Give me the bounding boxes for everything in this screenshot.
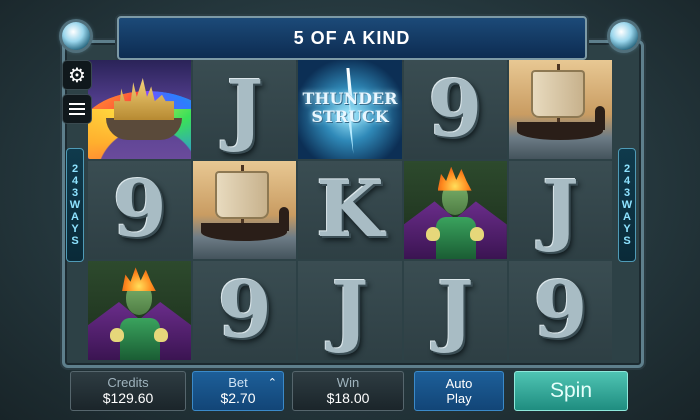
bet-expand-icon: ⌃ [267, 377, 277, 389]
ways-char: Y [623, 223, 631, 235]
reel-symbol-ship [193, 160, 297, 260]
symbol-glyph: 9 [112, 164, 167, 256]
credits-display: Credits $129.60 [70, 371, 186, 411]
bet-button[interactable]: ⌃ Bet $2.70 [192, 371, 284, 411]
ways-char: A [71, 211, 79, 223]
reel-symbol-loki [403, 160, 507, 260]
ways-char: S [71, 235, 79, 247]
ship-symbol-art [508, 60, 612, 159]
left-orb-icon [62, 22, 90, 50]
symbol-glyph: J [436, 265, 474, 357]
reel-symbol-castle [88, 60, 192, 159]
logo-line: THUNDER [302, 89, 398, 108]
bet-value: $2.70 [220, 390, 256, 406]
symbol-glyph: K [316, 164, 384, 256]
reel-symbol-j: J [403, 261, 507, 360]
reel-symbol-9: 9 [193, 261, 297, 360]
ways-char: 2 [71, 163, 79, 175]
reel-symbol-9: 9 [508, 261, 612, 360]
reel-symbol-j: J [193, 60, 297, 159]
ways-badge-right: 2 4 3 W A Y S [618, 148, 636, 262]
ways-char: S [623, 235, 631, 247]
reel-symbol-loki [88, 261, 192, 360]
spin-label: Spin [549, 379, 593, 402]
reel-symbol-j: J [508, 160, 612, 260]
loki-symbol-art [403, 160, 507, 260]
autoplay-label-1: Auto [445, 376, 473, 391]
paytable-button[interactable] [62, 94, 92, 124]
reel-symbol-9: 9 [88, 160, 192, 260]
ways-char: A [623, 211, 631, 223]
castle-symbol-art [88, 60, 192, 159]
credits-value: $129.60 [102, 390, 154, 406]
symbol-glyph: 9 [428, 63, 483, 155]
ways-char: Y [71, 223, 79, 235]
ways-char: W [69, 199, 81, 211]
spin-button[interactable]: Spin [514, 371, 628, 411]
symbol-glyph: 9 [217, 265, 272, 357]
symbol-glyph: J [226, 63, 264, 155]
ship-symbol-art [193, 160, 297, 260]
reel-symbol-thunderstruck: THUNDER STRUCK [298, 60, 402, 159]
ways-char: 3 [71, 187, 79, 199]
ways-char: 4 [71, 175, 79, 187]
symbol-glyph: 9 [533, 265, 588, 357]
symbol-glyph: J [541, 164, 579, 256]
symbol-glyph: J [331, 265, 369, 357]
reel-symbol-k: K [298, 160, 402, 260]
menu-list-icon [69, 102, 85, 116]
autoplay-label-2: Play [446, 391, 472, 406]
ways-badge-left: 2 4 3 W A Y S [66, 148, 84, 262]
loki-symbol-art [88, 261, 192, 360]
ways-char: 4 [623, 175, 631, 187]
right-orb-icon [610, 22, 638, 50]
thunderstruck-logo: THUNDER STRUCK [302, 89, 398, 126]
ways-char: W [621, 199, 633, 211]
win-display: Win $18.00 [292, 371, 404, 411]
win-banner: 5 OF A KIND [117, 16, 587, 60]
win-value: $18.00 [326, 390, 370, 406]
reel-symbol-ship [508, 60, 612, 159]
win-label: Win [336, 375, 360, 390]
autoplay-button[interactable]: Auto Play [414, 371, 504, 411]
ways-char: 2 [623, 163, 631, 175]
thunderstruck-wild-art: THUNDER STRUCK [298, 60, 402, 159]
win-banner-text: 5 OF A KIND [293, 27, 411, 48]
settings-button[interactable]: ⚙ [62, 60, 92, 90]
credits-label: Credits [107, 375, 149, 390]
bet-label: Bet [228, 375, 248, 390]
reels-grid: J THUNDER STRUCK 9 9 K J 9 J J 9 [88, 60, 612, 360]
reel-symbol-j: J [298, 261, 402, 360]
gear-icon: ⚙ [68, 64, 86, 87]
reel-symbol-9: 9 [403, 60, 507, 159]
ways-char: 3 [623, 187, 631, 199]
logo-line: STRUCK [311, 107, 389, 126]
